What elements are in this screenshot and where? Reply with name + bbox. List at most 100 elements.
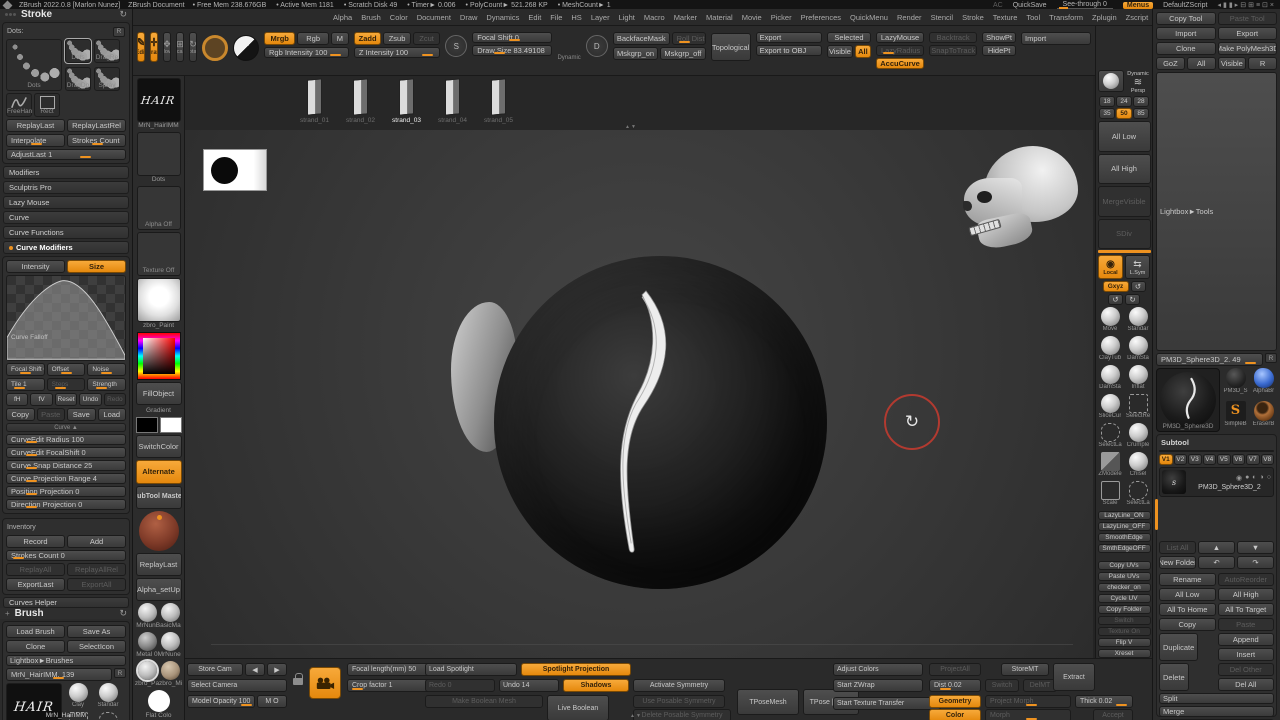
brush-item[interactable]: SelectLa	[1097, 423, 1123, 451]
brush-panel-button[interactable]: Save As	[67, 625, 126, 638]
roll-dist-slider[interactable]: Roll Dist	[671, 32, 706, 45]
select-camera-button[interactable]: Select Camera	[187, 679, 287, 692]
menus-button[interactable]: Menus	[1122, 1, 1154, 9]
edit-button[interactable]: ✎Edit	[137, 32, 145, 62]
curve-slider[interactable]: Curve Snap Distance 25	[6, 460, 126, 471]
curve-slider[interactable]: CurveEdit Radius 100	[6, 434, 126, 445]
append-button[interactable]: Append	[1217, 633, 1274, 646]
menu-item[interactable]: Document	[417, 13, 451, 22]
subdiv-preset-button[interactable]: 35	[1099, 108, 1115, 119]
curve-button[interactable]: fV	[30, 393, 53, 406]
mo-button[interactable]: M O	[257, 695, 287, 708]
del-other-button[interactable]: Del Other	[1217, 663, 1274, 676]
rgb-intensity-slider[interactable]: Rgb Intensity 100	[264, 47, 349, 58]
mskgrp-off-button[interactable]: Mskgrp_off	[660, 47, 706, 60]
brush-item[interactable]: ClayTub	[1097, 336, 1123, 364]
strokes-count-slider[interactable]: Strokes Count 0	[6, 550, 126, 561]
brush-selector-slider[interactable]: MrN_HairIMM. 139	[6, 668, 112, 681]
curve-button[interactable]: Load	[97, 408, 126, 421]
stroke-type-thumbnail[interactable]: Dots	[64, 38, 92, 64]
curve-button[interactable]: Redo	[103, 393, 127, 406]
brush-item[interactable]: DamSta	[1097, 365, 1123, 393]
menu-item[interactable]: Render	[897, 13, 922, 22]
curve-button[interactable]: Reset	[54, 393, 78, 406]
curve-button[interactable]: fH	[6, 393, 29, 406]
mskgrp-on-button[interactable]: Mskgrp_on	[612, 47, 659, 60]
stroke-section-header[interactable]: Modifiers	[3, 166, 129, 179]
m-button[interactable]: M	[330, 32, 349, 45]
subtool-view-tab[interactable]: V3	[1188, 454, 1202, 465]
mini-slider[interactable]: Steps	[46, 378, 86, 391]
main-color-swatch[interactable]	[135, 417, 158, 434]
topological-button[interactable]: Topological	[710, 33, 751, 61]
current-tool-thumbnail[interactable]: PM3D_Sphere3D	[1156, 368, 1220, 432]
stroke-type-thumbnail[interactable]: DragDo	[65, 66, 91, 91]
uv-button[interactable]: Copy Folder	[1097, 605, 1151, 614]
dynamic-label[interactable]: Dynamic	[557, 55, 580, 62]
current-brush-thumbnail[interactable]: HAIR MrN_HairIMM	[6, 683, 86, 720]
perspective-toggle[interactable]: Dynamic ≋ Persp	[1126, 70, 1151, 94]
thick-slider[interactable]: Thick 0.02	[1075, 695, 1133, 708]
menu-item[interactable]: Marker	[674, 13, 697, 22]
spin-left-icon-button[interactable]: ↺	[1108, 294, 1123, 305]
subtool-view-tab[interactable]: V1	[1159, 454, 1173, 465]
subtool-view-tab[interactable]: V8	[1260, 454, 1274, 465]
see-through-slider[interactable]: See-through 0	[1056, 1, 1113, 9]
curve-button[interactable]: Copy	[6, 408, 35, 421]
brush-panel-button[interactable]: SelectIcon	[67, 640, 126, 653]
strand-thumbnail[interactable]: strand_04	[435, 76, 470, 125]
menu-item[interactable]: HS	[571, 13, 581, 22]
dock-icon[interactable]: +	[5, 609, 10, 618]
subtool-wide-button[interactable]: Merge	[1159, 706, 1274, 717]
material-pair-3[interactable]: zbro_Pazbro_Mi	[135, 659, 182, 688]
brush-panel-button[interactable]: Load Brush	[6, 625, 65, 638]
scale-button[interactable]: ⊞Scale	[176, 32, 184, 62]
undo-button[interactable]: Undo 14	[499, 679, 559, 692]
subtool-view-tab[interactable]: V7	[1246, 454, 1260, 465]
menu-item[interactable]: Texture	[993, 13, 1018, 22]
subtool-action-button[interactable]: All Low	[1159, 588, 1216, 601]
tool-button[interactable]: All	[1186, 57, 1216, 70]
inventory-button[interactable]: ExportLast	[6, 578, 65, 591]
brush-item[interactable]: Crumple	[1125, 423, 1151, 451]
adjustlast-slider[interactable]: AdjustLast 1	[6, 149, 126, 160]
strand-thumbnail[interactable]: strand_01	[297, 76, 332, 125]
subtool-toggle-icon[interactable]: ●	[1245, 474, 1249, 482]
subtool-action-button[interactable]: AutoReorder	[1217, 573, 1274, 586]
brush-item[interactable]: DamSta	[1125, 336, 1151, 364]
menu-item[interactable]: Movie	[742, 13, 762, 22]
curve-slider[interactable]: Direction Projection 0	[6, 499, 126, 510]
brush-palette-header[interactable]: + Brush ↻	[0, 608, 132, 619]
showpt-button[interactable]: ShowPt	[982, 32, 1016, 43]
spotlight-projection-button[interactable]: Spotlight Projection	[521, 663, 631, 676]
stroke-palette-header[interactable]: Stroke ↻	[0, 9, 132, 20]
tool-button[interactable]: R	[1248, 57, 1277, 70]
hidept-button[interactable]: HidePt	[982, 45, 1016, 56]
delete-posable-symmetry-button[interactable]: Delete Posable Symmetry	[633, 709, 731, 720]
brush-item[interactable]: Standar	[1125, 307, 1151, 335]
tool-button[interactable]: Import	[1156, 27, 1216, 40]
secondary-color-swatch[interactable]	[159, 417, 182, 434]
import-button[interactable]: Import	[1021, 32, 1091, 45]
menu-item[interactable]: Draw	[460, 13, 478, 22]
size-button[interactable]: Size	[67, 260, 126, 273]
menu-item[interactable]: Brush	[361, 13, 381, 22]
brush-item[interactable]: Scale	[1097, 481, 1123, 509]
tool-selector-slider[interactable]: PM3D_Sphere3D_2. 49	[1156, 353, 1263, 366]
brush-item[interactable]: Chisel	[1125, 452, 1151, 480]
strand-thumbnail[interactable]: strand_02	[343, 76, 378, 125]
brush-item[interactable]: Clay	[64, 683, 92, 711]
subtool-action-button[interactable]: Paste	[1217, 618, 1274, 631]
restore-config-button[interactable]: R	[113, 26, 125, 37]
inventory-button[interactable]: Record	[6, 535, 65, 548]
visible-button[interactable]: Visible	[826, 45, 853, 58]
menu-item[interactable]: Material	[706, 13, 733, 22]
viewport-canvas[interactable]: ↻	[185, 130, 1093, 658]
quicksave-button[interactable]: QuickSave	[1013, 2, 1047, 9]
next-cam-button[interactable]: ▶	[267, 663, 287, 676]
tool-button[interactable]: Paste Tool	[1217, 12, 1277, 25]
menu-item[interactable]: Zplugin	[1092, 13, 1117, 22]
uv-button[interactable]: checker_on	[1097, 583, 1151, 592]
subtool-action-button[interactable]: All High	[1217, 588, 1274, 601]
focal-shift-slider[interactable]: Focal Shift 0	[472, 32, 553, 43]
